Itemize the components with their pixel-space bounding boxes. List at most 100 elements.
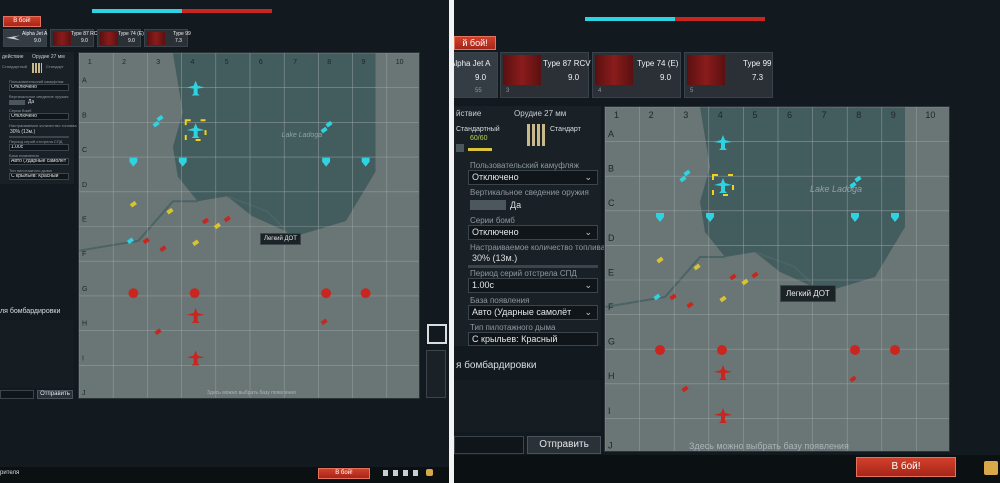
fuel-slider[interactable] [468, 265, 598, 268]
grid-row-label: H [608, 371, 615, 381]
bottom-battle-button[interactable]: В бой! [856, 457, 956, 477]
ammo-standard-b[interactable]: Стандарт [550, 126, 581, 133]
vehicle-slot-type74[interactable]: Type 74 (E) 9.0 4 [592, 52, 681, 98]
battle-button[interactable]: В бой! [3, 16, 41, 27]
jet-icon [6, 35, 20, 41]
setting-label-bombs: Серии бомб [470, 216, 515, 225]
grid-column-label: 2 [122, 59, 126, 66]
bottom-battle-button[interactable]: В бой! [318, 468, 370, 479]
enemy-airfield-icon [890, 345, 900, 355]
ammo-decrease-button[interactable] [456, 144, 464, 152]
bottom-bar [0, 467, 449, 483]
grid-column-label: 10 [925, 110, 935, 120]
grid-row-label: I [608, 406, 611, 416]
ammo-bar [468, 148, 492, 151]
grid-row-label: C [82, 147, 87, 154]
vehicle-slot-type87[interactable]: Type 87 RCV 9.0 3 [500, 52, 591, 98]
tab-action[interactable]: йствие [456, 109, 481, 118]
vehicle-name: Type 99 [173, 31, 191, 37]
ammo-standard-b[interactable]: Стандарт [46, 64, 64, 69]
tactical-map[interactable]: Lake Ladoga 1 2 3 4 5 6 7 8 9 10 A B C D E F G H I J Легкий … [604, 106, 950, 452]
spawn-select[interactable]: Авто (Ударные самолёт ⌄ [468, 305, 598, 320]
convergence-toggle[interactable] [470, 200, 506, 210]
enemy-score-bar [182, 9, 272, 13]
bottom-left-label[interactable]: рителя [0, 470, 19, 476]
ammo-belt-icon [32, 63, 42, 73]
vehicle-slot-type74[interactable]: Type 74 (E) 9.0 [97, 29, 144, 47]
grid-column-label: 1 [614, 110, 619, 120]
chat-input[interactable] [454, 436, 524, 454]
notification-icon[interactable] [984, 461, 998, 475]
flares-select[interactable]: 1.00с ⌄ [468, 278, 598, 293]
fuel-slider[interactable] [9, 136, 69, 138]
ally-score-bar [585, 17, 675, 21]
tank-icon [503, 55, 541, 85]
convergence-toggle[interactable] [9, 100, 25, 105]
setting-label-spawn: База появления [470, 296, 530, 305]
setting-label-smoke: Тип пилотажного дыма [470, 323, 556, 332]
battle-button[interactable]: й бой! [454, 36, 496, 50]
bombs-select[interactable]: Отключено [9, 113, 69, 120]
chevron-down-icon: ⌄ [584, 172, 592, 182]
chevron-down-icon: ⌄ [584, 307, 592, 317]
flares-value: 1.00с [472, 280, 495, 290]
send-button[interactable]: Отправить [527, 436, 601, 454]
map-canvas[interactable]: Lake Ladoga1 2 3 4 5 6 7 8 9 10ABCDEFGHIJ [79, 53, 420, 399]
vehicle-slot-type87[interactable]: Type 87 RCV 9.0 [50, 29, 101, 47]
grid-column-label: 1 [88, 59, 92, 66]
map-canvas[interactable]: Lake Ladoga1 2 3 4 5 6 7 8 9 10ABCDEFGHIJ [605, 107, 950, 452]
vehicle-name: Alpha Jet A [22, 31, 48, 37]
vehicle-br: 9.0 [81, 38, 88, 44]
map-tools[interactable] [426, 350, 446, 398]
vehicle-slot-alpha-jet[interactable]: Alpha Jet A 9.0 55 [454, 52, 498, 98]
map-focus-icon[interactable] [427, 324, 447, 344]
send-button[interactable]: Отправить [37, 390, 73, 399]
vehicle-slot-type99[interactable]: Type 99 7.3 [144, 29, 191, 47]
spawn-select[interactable]: Авто (Ударные самолёт [9, 158, 69, 165]
camo-select[interactable]: Отключено ⌄ [468, 170, 598, 185]
ammo-belt-icon [527, 124, 547, 146]
tactical-map[interactable]: Lake Ladoga 1 2 3 4 5 6 7 8 9 10 A B C D E F G H I J Легкий … [78, 52, 420, 399]
grid-row-label: A [82, 78, 87, 85]
setting-label-fuel: Настраиваемое количество топлива [9, 123, 77, 128]
tab-gun[interactable]: Орудие 27 мм [32, 54, 65, 60]
chevron-down-icon: ⌄ [584, 227, 592, 237]
grid-column-label: 10 [396, 59, 404, 66]
smoke-select[interactable]: С крыльев: Красный [468, 332, 598, 346]
bottom-icons[interactable] [383, 470, 423, 476]
bombs-value: Отключено [11, 113, 37, 119]
convergence-value: Да [28, 99, 35, 105]
grid-row-label: I [82, 355, 84, 362]
tab-action[interactable]: действие [2, 54, 24, 60]
grid-row-label: H [82, 321, 87, 328]
ammo-standard-a[interactable]: Стандартный [456, 126, 500, 133]
grid-row-label: D [82, 182, 87, 189]
setting-label-convergence: Вертикальное сведение оружия [9, 94, 69, 99]
ammo-count: 60/60 [470, 135, 488, 142]
ammo-standard-a[interactable]: Стандартный [2, 64, 27, 69]
tank-icon [687, 55, 725, 85]
grid-row-label: F [82, 251, 86, 258]
vehicle-slot-alpha-jet[interactable]: Alpha Jet A 9.0 [3, 29, 47, 47]
camo-select[interactable]: Отключено [9, 84, 69, 91]
vehicle-br: 9.0 [34, 38, 41, 44]
grid-column-label: 7 [822, 110, 827, 120]
grid-row-label: A [608, 129, 614, 139]
bombs-value: Отключено [472, 227, 519, 237]
grid-row-label: B [82, 112, 87, 119]
tank-icon [53, 32, 71, 45]
grid-column-label: 8 [327, 59, 331, 66]
bombing-chat-area [454, 380, 601, 432]
chat-input[interactable] [0, 390, 34, 399]
notification-icon[interactable] [426, 469, 433, 476]
grid-column-label: 5 [225, 59, 229, 66]
vehicle-name: Alpha Jet A [454, 59, 491, 68]
bombs-select[interactable]: Отключено ⌄ [468, 225, 598, 240]
flares-select[interactable]: 1.00с [9, 144, 69, 151]
vehicle-slot-type99[interactable]: Type 99 7.3 5 [684, 52, 773, 98]
spawn-hint: Здесь можно выбрать базу появления [207, 390, 296, 396]
tab-gun[interactable]: Орудие 27 мм [514, 109, 566, 118]
vehicle-br: 7.3 [175, 38, 182, 44]
grid-row-label: J [608, 440, 613, 450]
smoke-select[interactable]: С крыльев: Красный [9, 173, 69, 180]
